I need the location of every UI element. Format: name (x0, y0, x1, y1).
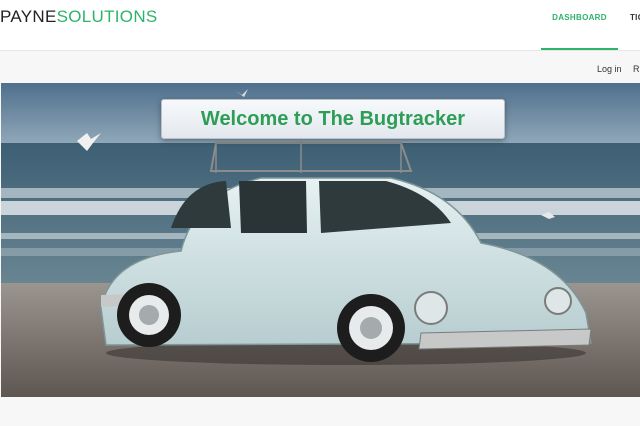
welcome-banner: Welcome to The Bugtracker (161, 99, 505, 139)
brand-name-part2: SOLUTIONS (56, 7, 158, 26)
hero-banner: Welcome to The Bugtracker (1, 83, 640, 397)
main-nav: DASHBOARD TIC (541, 0, 640, 50)
page-footer (0, 397, 640, 426)
register-link[interactable]: R (633, 64, 640, 74)
login-link[interactable]: Log in (597, 64, 622, 74)
nav-tickets[interactable]: TIC (618, 0, 640, 50)
brand-name-part1: PAYNE (0, 7, 57, 26)
top-navbar: PAYNESOLUTIONS DASHBOARD TIC (0, 0, 640, 51)
account-bar: Log in R (0, 51, 640, 83)
brand-logo[interactable]: PAYNESOLUTIONS (0, 7, 158, 27)
nav-dashboard[interactable]: DASHBOARD (541, 0, 618, 50)
